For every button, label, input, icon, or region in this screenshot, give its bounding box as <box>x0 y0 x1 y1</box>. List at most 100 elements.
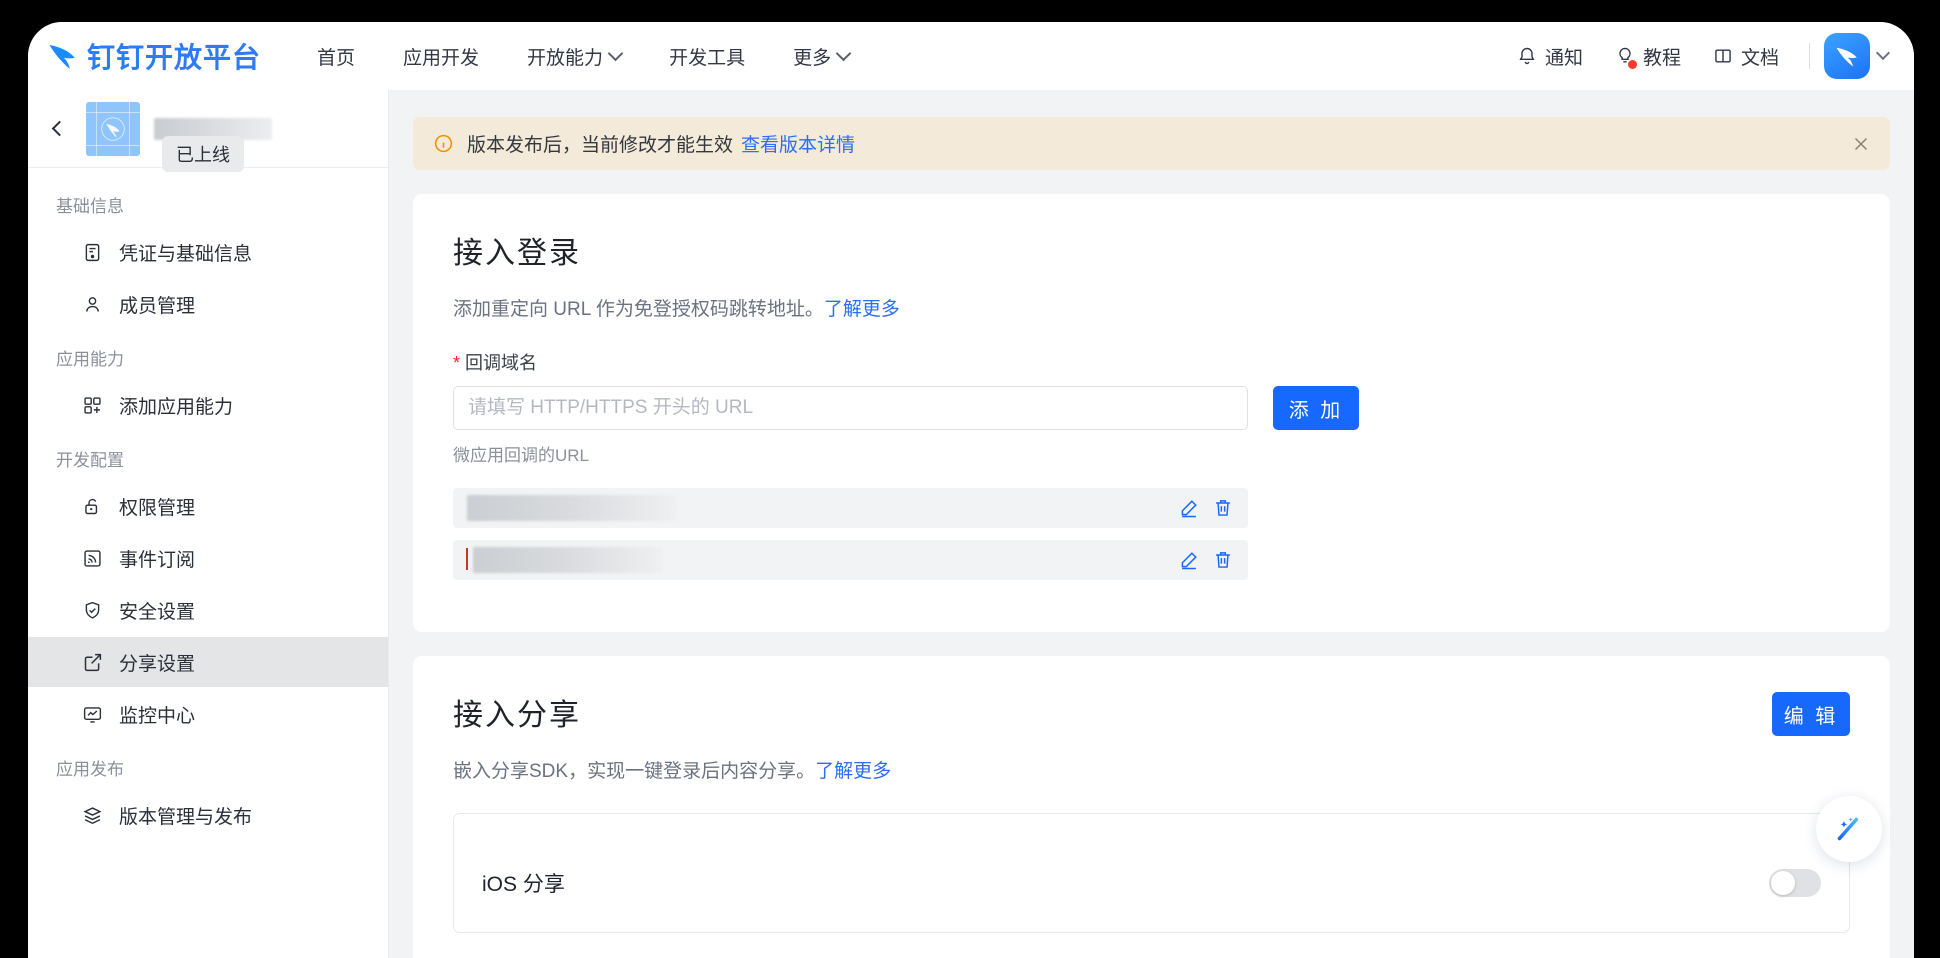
main-content: 版本发布后，当前修改才能生效 查看版本详情 接入登录 添加重定向 URL 作为免… <box>389 90 1914 958</box>
layers-icon <box>83 806 102 824</box>
page-root: 钉钉开放平台 首页 应用开发 开放能力 开发工具 更多 通知 教程 文档 已上线… <box>28 22 1914 958</box>
rss-icon <box>84 549 101 567</box>
sidebar: 已上线 基础信息 凭证与基础信息 成员管理 应用能力 添加应用能力 开发配置 权… <box>28 90 389 958</box>
table-row <box>453 540 1248 580</box>
sidebar-group-capability: 应用能力 <box>56 350 124 369</box>
url-value-redacted <box>473 547 663 573</box>
app-logo <box>86 101 140 156</box>
callback-domain-label-text: 回调域名 <box>465 353 538 373</box>
pencil-icon[interactable] <box>1178 549 1200 571</box>
pencil-icon[interactable] <box>1178 497 1200 519</box>
ios-share-label: iOS 分享 <box>482 873 565 896</box>
main-nav: 首页 应用开发 开放能力 开发工具 更多 <box>293 43 873 70</box>
sidebar-item-label: 权限管理 <box>119 497 196 519</box>
add-button[interactable]: 添 加 <box>1273 386 1359 430</box>
tutorial-button[interactable]: 教程 <box>1599 43 1697 70</box>
share-platform-panel: iOS 分享 <box>453 813 1850 933</box>
sidebar-item-event-subscription[interactable]: 事件订阅 <box>28 533 388 583</box>
dingtalk-avatar-icon <box>1836 47 1857 67</box>
text-caret <box>466 548 468 570</box>
bell-icon <box>1519 47 1535 65</box>
list-item: iOS 分享 <box>482 840 1821 898</box>
external-link-icon <box>84 653 102 671</box>
header-actions: 通知 教程 文档 <box>1501 22 1892 90</box>
browser-viewport: 钉钉开放平台 首页 应用开发 开放能力 开发工具 更多 通知 教程 文档 已上线… <box>0 0 1940 958</box>
sidebar-group-basic: 基础信息 <box>56 197 124 216</box>
login-card-description: 添加重定向 URL 作为免登授权码跳转地址。了解更多 <box>453 294 1850 321</box>
nav-item-open-capability[interactable]: 开放能力 <box>503 43 645 70</box>
sidebar-group-release: 应用发布 <box>56 760 124 779</box>
chevron-down-icon <box>1875 45 1891 61</box>
login-desc-text: 添加重定向 URL 作为免登授权码跳转地址。 <box>453 299 824 320</box>
avatar <box>1824 33 1870 79</box>
chevron-left-icon <box>51 120 67 137</box>
dingtalk-wing-logo-icon <box>49 44 75 69</box>
nav-label: 开放能力 <box>527 47 604 69</box>
docs-button[interactable]: 文档 <box>1697 43 1795 70</box>
user-menu[interactable] <box>1824 33 1892 79</box>
brand-title: 钉钉开放平台 <box>87 42 262 73</box>
share-desc-text: 嵌入分享SDK，实现一键登录后内容分享。 <box>453 761 816 782</box>
tutorial-badge-dot <box>1627 59 1637 69</box>
sidebar-item-members[interactable]: 成员管理 <box>28 279 388 329</box>
ai-assistant-fab[interactable] <box>1816 796 1882 862</box>
required-mark: * <box>453 353 461 373</box>
alert-message: 版本发布后，当前修改才能生效 <box>467 135 734 156</box>
notifications-button[interactable]: 通知 <box>1501 43 1599 70</box>
toggle-knob <box>1771 871 1795 895</box>
nav-item-app-dev[interactable]: 应用开发 <box>379 43 503 70</box>
nav-label: 更多 <box>793 47 832 69</box>
sidebar-item-credentials[interactable]: 凭证与基础信息 <box>28 227 388 277</box>
sidebar-item-version-release[interactable]: 版本管理与发布 <box>28 790 388 840</box>
lock-icon <box>85 498 98 514</box>
nav-item-home[interactable]: 首页 <box>293 43 379 70</box>
sidebar-item-label: 成员管理 <box>119 295 196 317</box>
app-wing-icon <box>101 116 125 141</box>
back-button[interactable] <box>46 116 72 142</box>
callback-domain-field-row: 添 加 <box>453 386 1850 430</box>
sidebar-item-security[interactable]: 安全设置 <box>28 585 388 635</box>
sidebar-item-label: 添加应用能力 <box>119 396 234 418</box>
page-title: 接入登录 <box>453 237 581 270</box>
callback-domain-label: * 回调域名 <box>453 349 1850 375</box>
callback-url-hint: 微应用回调的URL <box>453 446 590 465</box>
sidebar-item-permissions[interactable]: 权限管理 <box>28 481 388 531</box>
sidebar-item-share-settings[interactable]: 分享设置 <box>28 637 388 687</box>
callback-url-input[interactable] <box>453 386 1248 430</box>
share-access-card: 接入分享 编 辑 嵌入分享SDK，实现一键登录后内容分享。了解更多 iOS 分享 <box>413 656 1890 958</box>
trash-icon[interactable] <box>1212 549 1234 571</box>
chevron-down-icon <box>835 45 852 61</box>
url-value-redacted <box>467 495 677 521</box>
edit-button[interactable]: 编 辑 <box>1772 692 1850 736</box>
login-access-card: 接入登录 添加重定向 URL 作为免登授权码跳转地址。了解更多 *回调域名 添 … <box>413 194 1890 632</box>
sidebar-item-add-capability[interactable]: 添加应用能力 <box>28 380 388 430</box>
sidebar-item-monitoring[interactable]: 监控中心 <box>28 689 388 739</box>
share-card-title: 接入分享 <box>453 699 581 732</box>
login-learn-more-link[interactable]: 了解更多 <box>824 299 900 320</box>
sidebar-group-dev-config: 开发配置 <box>56 451 124 470</box>
ios-share-toggle[interactable] <box>1769 869 1821 897</box>
magic-wand-icon <box>1837 817 1859 841</box>
shield-check-icon <box>85 601 100 619</box>
sidebar-item-label: 监控中心 <box>119 705 196 727</box>
row-actions <box>1178 497 1234 519</box>
trash-icon[interactable] <box>1212 497 1234 519</box>
nav-item-dev-tools[interactable]: 开发工具 <box>645 43 769 70</box>
nav-item-more[interactable]: 更多 <box>769 43 873 70</box>
sidebar-app-header: 已上线 <box>28 90 388 172</box>
close-icon[interactable] <box>1850 133 1872 155</box>
share-learn-more-link[interactable]: 了解更多 <box>815 761 891 782</box>
version-alert-banner: 版本发布后，当前修改才能生效 查看版本详情 <box>413 117 1890 170</box>
sidebar-menu: 基础信息 凭证与基础信息 成员管理 应用能力 添加应用能力 开发配置 权限管理 … <box>28 168 388 840</box>
top-header: 钉钉开放平台 首页 应用开发 开放能力 开发工具 更多 通知 教程 文档 <box>28 22 1914 90</box>
app-meta: 已上线 <box>154 117 370 172</box>
callback-url-list <box>453 488 1850 580</box>
alert-detail-link[interactable]: 查看版本详情 <box>741 130 855 157</box>
info-circle-icon <box>434 134 453 153</box>
brand-logo[interactable]: 钉钉开放平台 <box>46 36 261 76</box>
chevron-down-icon <box>607 45 624 61</box>
nav-label: 首页 <box>317 47 356 69</box>
nav-label: 开发工具 <box>669 47 746 69</box>
grid-plus-icon <box>84 396 101 414</box>
sidebar-item-label: 事件订阅 <box>119 549 196 571</box>
